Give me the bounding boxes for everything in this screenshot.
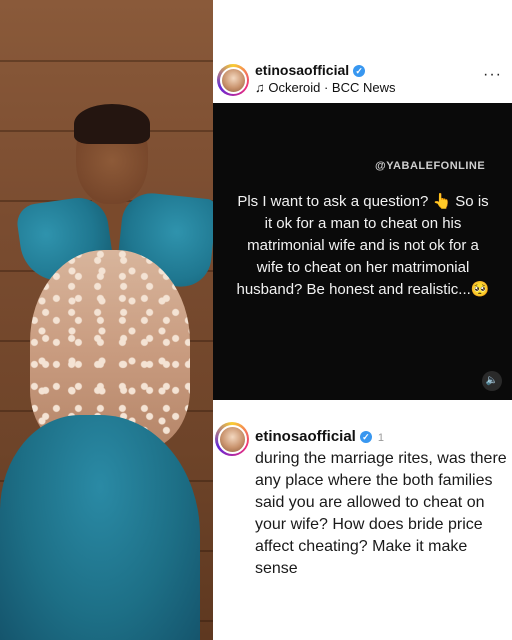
mute-toggle-icon[interactable]: 🔈 <box>482 371 502 391</box>
post-username[interactable]: etinosaofficial ✓ <box>255 62 366 78</box>
reel-video[interactable]: @YABALEFONLINE Pls I want to ask a quest… <box>213 103 512 400</box>
audio-track-label[interactable]: ♫ Ockeroid · BCC News <box>255 80 396 95</box>
post-username-text[interactable]: etinosaofficial <box>255 62 349 78</box>
video-watermark: @YABALEFONLINE <box>375 160 486 172</box>
profile-avatar[interactable] <box>217 64 249 96</box>
comment-text: during the marriage rites, was there any… <box>255 450 507 577</box>
video-caption-text: Pls I want to ask a question? 👆 So is it… <box>236 193 490 298</box>
comment-extra: 1 <box>377 432 384 444</box>
comment-avatar[interactable] <box>215 422 249 456</box>
comment-item: etinosaofficial ✓ 1 during the marriage ri… <box>213 420 512 640</box>
comment-username[interactable]: etinosaofficial ✓ 1 <box>255 428 384 445</box>
comment-username-text[interactable]: etinosaofficial <box>255 428 356 445</box>
post-header: etinosaofficial ✓ ♫ Ockeroid · BCC News ·… <box>213 56 512 100</box>
verified-badge-icon: ✓ <box>353 65 366 78</box>
woman-photo <box>0 0 213 640</box>
verified-badge-icon: ✓ <box>359 431 372 444</box>
more-options-icon[interactable]: ··· <box>483 66 502 84</box>
